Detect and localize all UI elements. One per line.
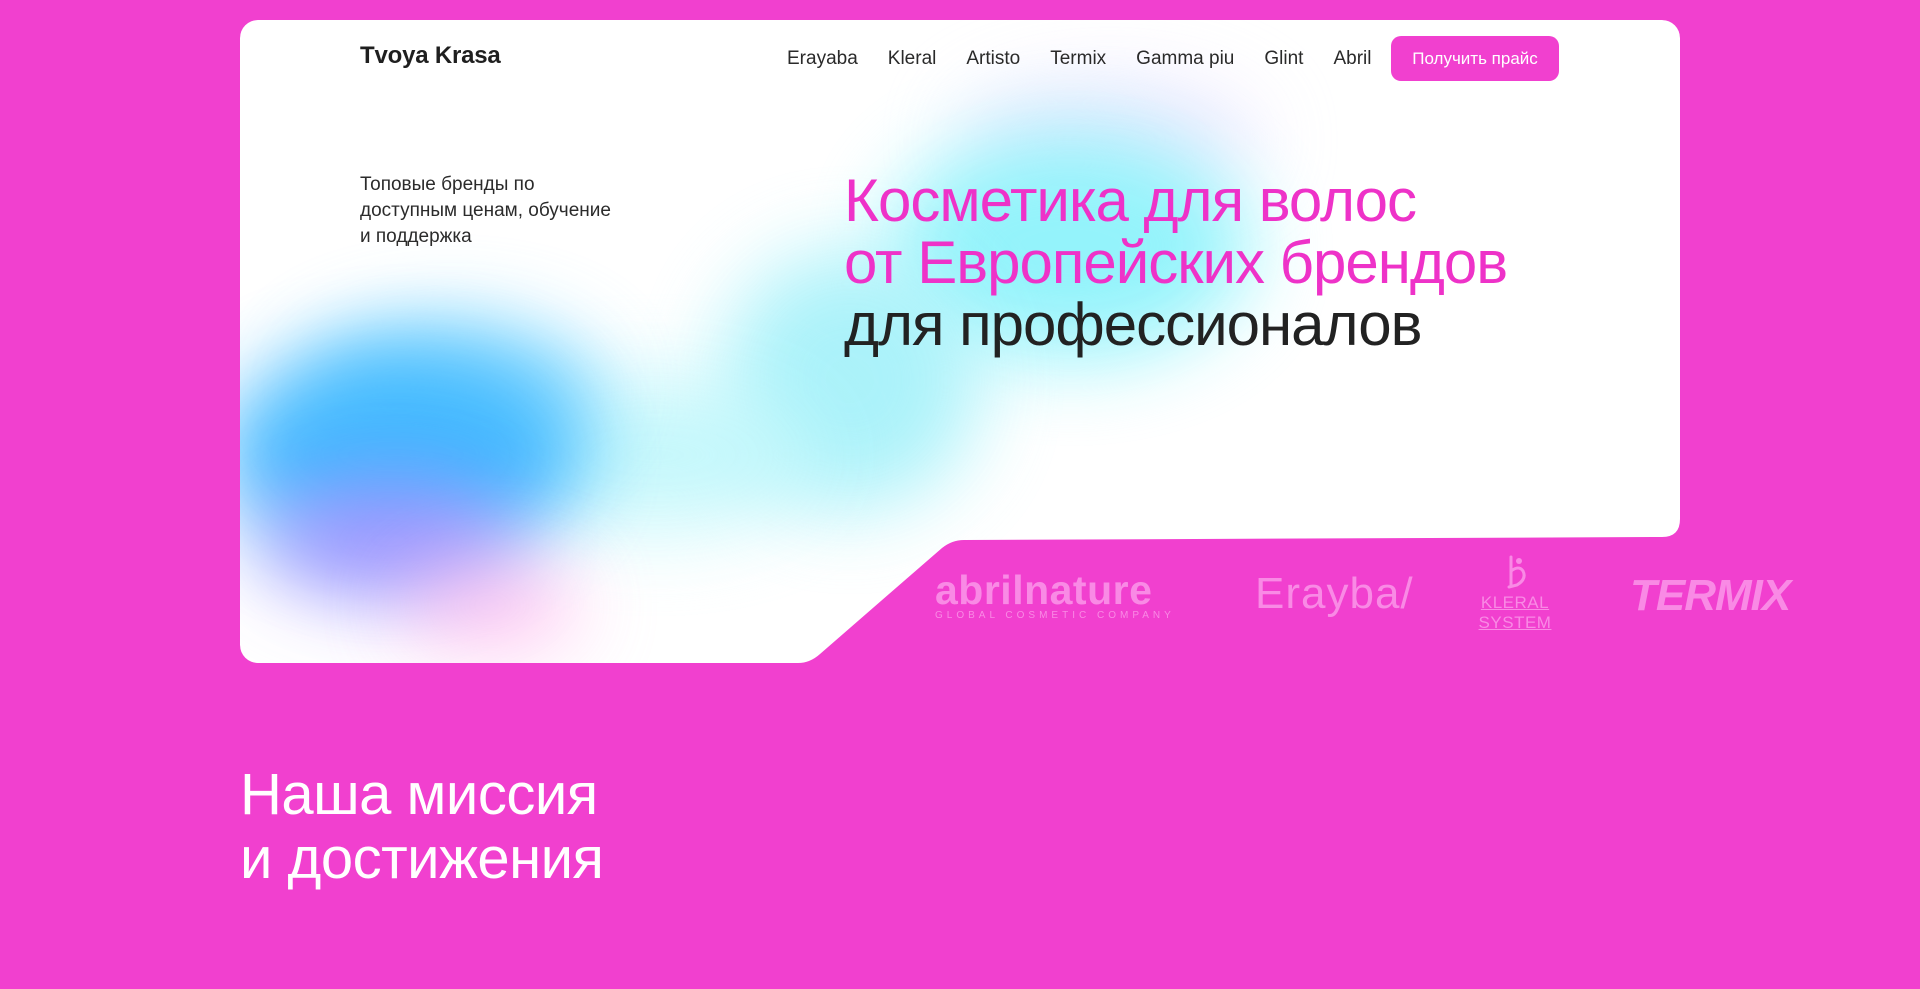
mission-heading: Наша миссия и достижения xyxy=(240,762,604,891)
nav-item-artisto[interactable]: Artisto xyxy=(966,48,1020,70)
brand-abril-subtitle: GLOBAL COSMETIC COMPANY xyxy=(935,610,1175,621)
page: Tvoya Krasa Erayaba Kleral Artisto Termi… xyxy=(0,0,1920,989)
nav-item-abril[interactable]: Abril xyxy=(1333,48,1371,70)
hero-headline: Косметика для волос от Европейских бренд… xyxy=(844,170,1507,356)
headline-line-2: от Европейских брендов xyxy=(844,229,1508,296)
nav-item-glint[interactable]: Glint xyxy=(1264,48,1303,70)
gradient-blob xyxy=(490,380,820,530)
nav-item-erayaba[interactable]: Erayaba xyxy=(787,48,858,70)
nav-item-kleral[interactable]: Kleral xyxy=(888,48,937,70)
brand-logo-erayba[interactable]: Erayba/ xyxy=(1255,569,1414,619)
headline-line-1: Косметика для волос xyxy=(844,167,1417,234)
brand-logo-termix[interactable]: TERMIX xyxy=(1630,571,1791,621)
hero-tagline: Топовые бренды по доступным ценам, обуче… xyxy=(360,174,611,247)
brand-abril-wordmark: abrilnature xyxy=(935,567,1153,613)
gradient-blob xyxy=(260,480,520,600)
gradient-blob xyxy=(300,320,600,460)
brand-logo-abril[interactable]: abrilnature GLOBAL COSMETIC COMPANY xyxy=(935,567,1175,622)
gradient-blob xyxy=(240,350,580,560)
get-price-button[interactable]: Получить прайс xyxy=(1391,36,1559,81)
headline-line-3: для профессионалов xyxy=(844,291,1422,358)
nav-item-gamma-piu[interactable]: Gamma piu xyxy=(1136,48,1234,70)
main-nav: Erayaba Kleral Artisto Termix Gamma piu … xyxy=(787,48,1371,70)
site-logo[interactable]: Tvoya Krasa xyxy=(360,42,501,70)
brand-kleral-label: KLERAL SYSTEM xyxy=(1478,593,1552,632)
nav-item-termix[interactable]: Termix xyxy=(1050,48,1106,70)
brand-logo-kleral[interactable]: KLERAL SYSTEM xyxy=(1445,555,1585,633)
gradient-blob xyxy=(400,560,580,650)
mission-line-2: и достижения xyxy=(240,826,604,891)
brand-logos: abrilnature GLOBAL COSMETIC COMPANY Eray… xyxy=(935,555,1825,633)
kleral-figure-icon xyxy=(1507,555,1526,589)
mission-line-1: Наша миссия xyxy=(240,762,598,827)
